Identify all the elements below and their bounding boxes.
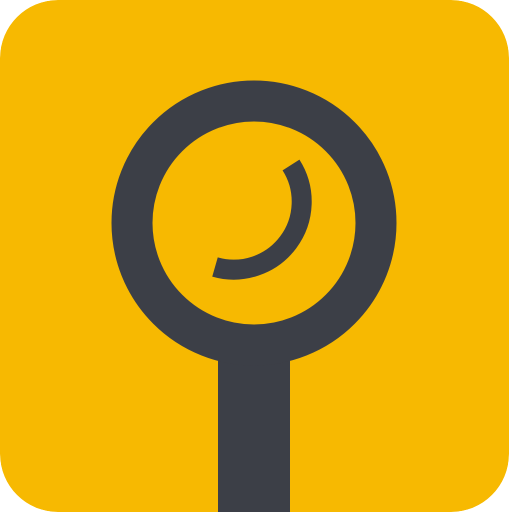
app-icon[interactable] — [0, 0, 509, 512]
magnifier-icon — [0, 0, 509, 512]
